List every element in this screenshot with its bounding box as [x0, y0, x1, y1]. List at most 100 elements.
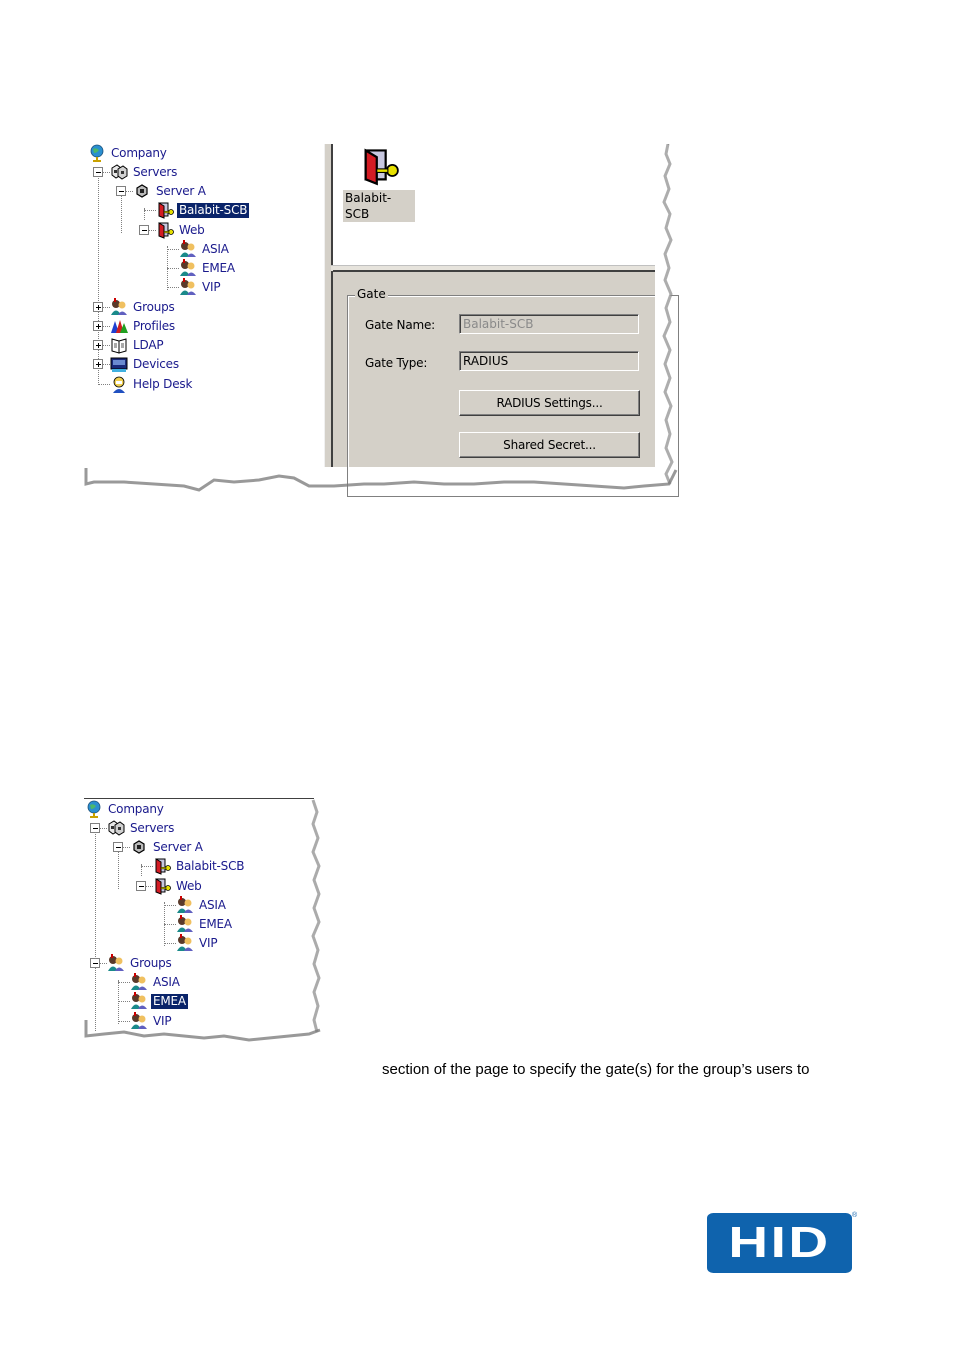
expand-ldap-toggle[interactable] — [93, 340, 103, 350]
tree-line — [118, 982, 130, 983]
tree-node-label: EMEA — [202, 260, 235, 275]
figure2-top-border — [84, 798, 314, 799]
group-icon — [131, 973, 147, 990]
hid-logo-text: HID — [728, 1218, 831, 1267]
collapse-web-toggle[interactable] — [136, 881, 146, 891]
group-icon — [131, 992, 147, 1009]
group-icon — [180, 259, 196, 276]
gate-key-icon — [155, 878, 171, 895]
collapse-web-toggle[interactable] — [139, 225, 149, 235]
tree-line — [167, 249, 179, 250]
gate-key-icon — [158, 202, 174, 219]
tree-node-label: Servers — [133, 164, 178, 179]
collapse-server-a-toggle[interactable] — [113, 842, 123, 852]
tree-node-web-emea[interactable]: EMEA — [179, 259, 237, 277]
tree-node-label: VIP — [202, 279, 221, 294]
tree-node-web-emea[interactable]: EMEA — [176, 915, 234, 933]
tree-node-balabit-scb[interactable]: Balabit-SCB — [156, 201, 250, 219]
group-icon — [177, 934, 193, 951]
tree-node-group-emea[interactable]: EMEA — [130, 992, 188, 1010]
tree-node-web-asia[interactable]: ASIA — [176, 896, 228, 914]
tree-node-label: LDAP — [133, 337, 164, 352]
tree-node-devices[interactable]: Devices — [110, 355, 181, 373]
tree-line — [118, 980, 119, 1024]
tree-line — [125, 191, 133, 192]
tree-line — [164, 943, 176, 944]
globe-icon — [90, 144, 104, 162]
collapse-servers-toggle[interactable] — [90, 823, 100, 833]
tree-line — [144, 210, 156, 211]
collapse-servers-toggle[interactable] — [93, 167, 103, 177]
tree-node-label: VIP — [199, 935, 218, 950]
group-icon — [111, 298, 127, 315]
tree-node-servers[interactable]: Servers — [107, 819, 176, 837]
tree-node-label: Servers — [130, 820, 175, 835]
gate-name-field[interactable]: Balabit-SCB — [459, 314, 639, 334]
servers-icon — [111, 164, 128, 180]
tree-node-label: EMEA — [199, 916, 232, 931]
tree-node-web-vip[interactable]: VIP — [176, 934, 219, 952]
list-item-label: Balabit-SCB — [343, 190, 415, 222]
tree-node-web-asia[interactable]: ASIA — [179, 240, 231, 258]
expand-groups-toggle[interactable] — [93, 302, 103, 312]
help-desk-icon — [112, 376, 126, 393]
tree-node-web[interactable]: Web — [153, 877, 204, 895]
tree-node-server-a[interactable]: Server A — [130, 838, 205, 856]
hid-logo: HID — [707, 1213, 852, 1273]
gate-groupbox-title: Gate — [355, 287, 388, 301]
tree-line — [164, 924, 176, 925]
tree-node-company[interactable]: Company — [88, 144, 169, 162]
tree-node-label: Web — [176, 878, 202, 893]
tree-node-servers[interactable]: Servers — [110, 163, 179, 181]
list-view: Balabit-SCB — [333, 144, 655, 265]
list-item-balabit-scb[interactable]: Balabit-SCB — [341, 146, 415, 222]
profiles-icon — [111, 320, 128, 333]
tree-node-label: Profiles — [133, 318, 175, 333]
torn-edge-right — [655, 144, 674, 485]
gate-key-icon — [364, 149, 399, 185]
tree-line — [149, 230, 156, 231]
gate-properties-panel: Gate Gate Name: Balabit-SCB Gate Type: R… — [333, 272, 679, 497]
expand-profiles-toggle[interactable] — [93, 321, 103, 331]
tree-line — [99, 963, 107, 964]
radius-settings-button[interactable]: RADIUS Settings... — [459, 390, 640, 416]
tree-line — [102, 345, 110, 346]
tree-node-web[interactable]: Web — [156, 221, 207, 239]
tree-node-server-a[interactable]: Server A — [133, 182, 208, 200]
tree-line — [102, 172, 110, 173]
figure2-tree: Company Servers Server A Balabit-SCB Web… — [85, 800, 315, 1036]
shared-secret-button[interactable]: Shared Secret... — [459, 432, 640, 458]
gate-key-icon — [158, 222, 174, 239]
tree-node-group-asia[interactable]: ASIA — [130, 973, 182, 991]
tree-node-label-selected: EMEA — [151, 993, 188, 1009]
tree-node-label: Groups — [133, 299, 175, 314]
tree-node-label: ASIA — [153, 974, 180, 989]
tree-node-help-desk[interactable]: Help Desk — [110, 375, 194, 393]
gate-type-field[interactable]: RADIUS — [459, 351, 639, 371]
tree-node-balabit-scb[interactable]: Balabit-SCB — [153, 857, 246, 875]
servers-icon — [108, 820, 125, 836]
tree-node-groups[interactable]: Groups — [107, 954, 174, 972]
tree-line — [95, 826, 96, 1031]
tree-node-web-vip[interactable]: VIP — [179, 278, 222, 296]
tree-node-profiles[interactable]: Profiles — [110, 317, 177, 335]
tree-node-label: ASIA — [199, 897, 226, 912]
tree-node-ldap[interactable]: LDAP — [110, 336, 165, 354]
tree-line — [102, 364, 110, 365]
collapse-groups-toggle[interactable] — [90, 958, 100, 968]
body-text-line: section of the page to specify the gate(… — [382, 1061, 810, 1078]
tree-node-label: Groups — [130, 955, 172, 970]
tree-line — [164, 905, 176, 906]
server-icon — [136, 184, 148, 198]
gate-key-icon — [155, 858, 171, 875]
collapse-server-a-toggle[interactable] — [116, 186, 126, 196]
figure1-tree: Company Servers Server A Balabit-SCB Web… — [88, 144, 324, 464]
tree-node-groups[interactable]: Groups — [110, 298, 177, 316]
torn-edge-bottom — [84, 468, 678, 492]
gate-type-label: Gate Type: — [365, 356, 428, 370]
group-icon — [177, 896, 193, 913]
tree-node-label: Server A — [156, 183, 206, 198]
tree-node-company[interactable]: Company — [85, 800, 166, 818]
tree-node-label: Server A — [153, 839, 203, 854]
expand-devices-toggle[interactable] — [93, 359, 103, 369]
